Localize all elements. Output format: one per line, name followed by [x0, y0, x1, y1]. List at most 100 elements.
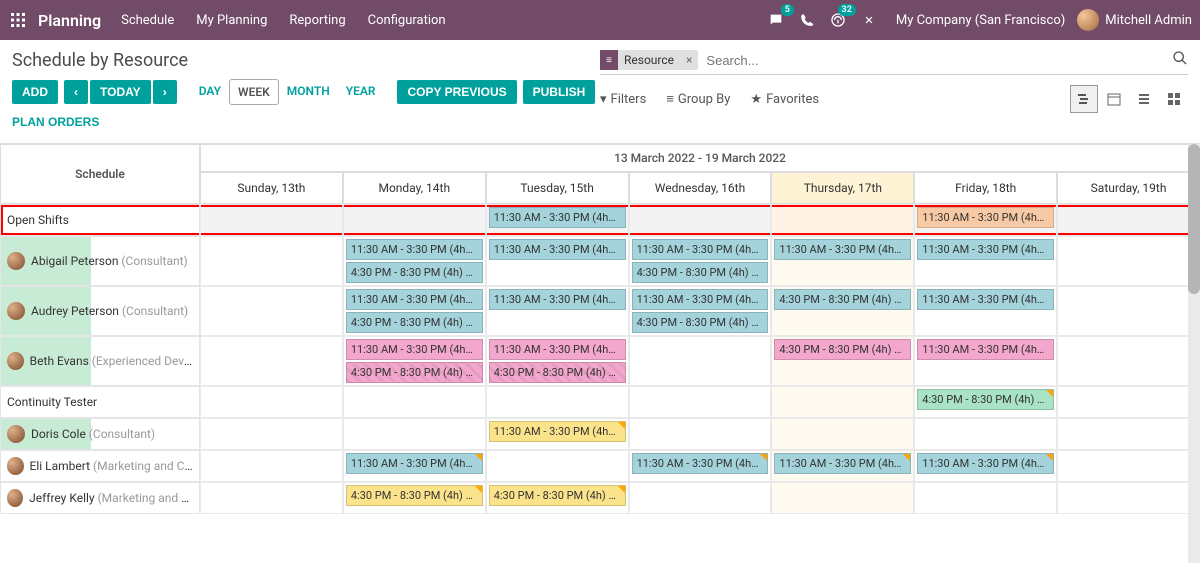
scale-month[interactable]: MONTH [279, 79, 338, 105]
grid-cell[interactable]: 4:30 PM - 8:30 PM (4h) … [486, 482, 629, 514]
prev-button[interactable]: ‹ [64, 80, 88, 104]
menu-my-planning[interactable]: My Planning [196, 13, 267, 28]
shift-pill[interactable]: 4:30 PM - 8:30 PM (4h) … [774, 289, 911, 310]
view-calendar[interactable] [1100, 85, 1128, 113]
shift-pill[interactable]: 4:30 PM - 8:30 PM (4h) … [489, 485, 626, 506]
messaging-icon[interactable]: 5 [768, 12, 784, 28]
shift-pill[interactable]: 11:30 AM - 3:30 PM (4h… [774, 453, 911, 474]
grid-cell[interactable] [1057, 236, 1200, 286]
activities-icon[interactable]: 32 [830, 12, 846, 28]
filters-menu[interactable]: ▾ Filters [600, 92, 646, 107]
grid-cell[interactable]: 11:30 AM - 3:30 PM (4h… [771, 236, 914, 286]
shift-pill[interactable]: 11:30 AM - 3:30 PM (4h… [774, 239, 911, 260]
grid-cell[interactable] [771, 386, 914, 418]
shift-pill[interactable]: 11:30 AM - 3:30 PM (4h… [346, 239, 483, 260]
debug-icon[interactable] [862, 13, 876, 27]
grid-cell[interactable]: 11:30 AM - 3:30 PM (4h… [486, 286, 629, 336]
groupby-menu[interactable]: ≡ Group By [666, 91, 730, 107]
grid-cell[interactable] [1057, 204, 1200, 236]
shift-pill[interactable]: 11:30 AM - 3:30 PM (4h… [346, 453, 483, 474]
next-button[interactable]: › [153, 80, 177, 104]
grid-cell[interactable] [1057, 386, 1200, 418]
shift-pill[interactable]: 11:30 AM - 3:30 PM (4h… [489, 421, 626, 442]
view-list[interactable] [1130, 85, 1158, 113]
grid-cell[interactable] [200, 482, 343, 514]
resource-row[interactable]: Beth Evans (Experienced Develo… [0, 336, 200, 386]
resource-row[interactable]: Doris Cole (Consultant) [0, 418, 200, 450]
view-kanban[interactable] [1160, 85, 1188, 113]
shift-pill[interactable]: 11:30 AM - 3:30 PM (4h… [489, 339, 626, 360]
grid-cell[interactable] [1057, 482, 1200, 514]
grid-cell[interactable] [486, 386, 629, 418]
shift-pill[interactable]: 11:30 AM - 3:30 PM (4h… [489, 207, 626, 228]
grid-cell[interactable]: 11:30 AM - 3:30 PM (4h… [914, 286, 1057, 336]
shift-pill[interactable]: 4:30 PM - 8:30 PM (4h) … [489, 362, 626, 383]
grid-cell[interactable] [200, 418, 343, 450]
search-icon[interactable] [1172, 50, 1188, 70]
shift-pill[interactable]: 4:30 PM - 8:30 PM (4h) … [632, 312, 769, 333]
grid-cell[interactable]: 11:30 AM - 3:30 PM (4h…4:30 PM - 8:30 PM… [343, 236, 486, 286]
resource-row[interactable]: Continuity Tester [0, 386, 200, 418]
grid-cell[interactable] [914, 482, 1057, 514]
grid-cell[interactable]: 11:30 AM - 3:30 PM (4h…4:30 PM - 8:30 PM… [629, 236, 772, 286]
grid-cell[interactable] [486, 450, 629, 482]
grid-cell[interactable]: 11:30 AM - 3:30 PM (4h… [914, 236, 1057, 286]
menu-configuration[interactable]: Configuration [368, 13, 446, 28]
resource-row[interactable]: Jeffrey Kelly (Marketing and Com… [0, 482, 200, 514]
user-menu[interactable]: Mitchell Admin [1077, 9, 1192, 31]
grid-cell[interactable]: 11:30 AM - 3:30 PM (4h…4:30 PM - 8:30 PM… [343, 336, 486, 386]
favorites-menu[interactable]: ★ Favorites [750, 92, 819, 107]
grid-cell[interactable] [1057, 286, 1200, 336]
grid-cell[interactable]: 11:30 AM - 3:30 PM (4h… [486, 236, 629, 286]
scale-day[interactable]: DAY [191, 79, 229, 105]
vertical-scrollbar[interactable] [1188, 144, 1200, 563]
grid-cell[interactable] [200, 204, 343, 236]
grid-cell[interactable] [200, 336, 343, 386]
grid-cell[interactable] [343, 418, 486, 450]
grid-cell[interactable]: 4:30 PM - 8:30 PM (4h) … [914, 386, 1057, 418]
shift-pill[interactable]: 11:30 AM - 3:30 PM (4h… [489, 239, 626, 260]
grid-cell[interactable] [343, 386, 486, 418]
shift-pill[interactable]: 4:30 PM - 8:30 PM (4h) … [346, 262, 483, 283]
resource-row[interactable]: Eli Lambert (Marketing and Com… [0, 450, 200, 482]
scale-week[interactable]: WEEK [229, 79, 279, 105]
company-selector[interactable]: My Company (San Francisco) [896, 13, 1065, 28]
shift-pill[interactable]: 11:30 AM - 3:30 PM (4h… [917, 289, 1054, 310]
grid-cell[interactable]: 11:30 AM - 3:30 PM (4h… [486, 204, 629, 236]
add-button[interactable]: ADD [12, 80, 58, 104]
shift-pill[interactable]: 11:30 AM - 3:30 PM (4h… [632, 453, 769, 474]
grid-cell[interactable] [200, 236, 343, 286]
menu-schedule[interactable]: Schedule [121, 13, 174, 28]
grid-cell[interactable] [200, 450, 343, 482]
grid-cell[interactable] [771, 204, 914, 236]
grid-cell[interactable]: 4:30 PM - 8:30 PM (4h) … [771, 286, 914, 336]
shift-pill[interactable]: 11:30 AM - 3:30 PM (4h… [917, 239, 1054, 260]
grid-cell[interactable]: 11:30 AM - 3:30 PM (4h… [914, 204, 1057, 236]
resource-row[interactable]: Abigail Peterson (Consultant) [0, 236, 200, 286]
shift-pill[interactable]: 4:30 PM - 8:30 PM (4h) … [346, 485, 483, 506]
shift-pill[interactable]: 4:30 PM - 8:30 PM (4h) … [632, 262, 769, 283]
scale-year[interactable]: YEAR [338, 79, 384, 105]
today-button[interactable]: TODAY [90, 80, 151, 104]
resource-row[interactable]: Audrey Peterson (Consultant) [0, 286, 200, 336]
grid-cell[interactable]: 11:30 AM - 3:30 PM (4h…4:30 PM - 8:30 PM… [629, 286, 772, 336]
grid-cell[interactable]: 11:30 AM - 3:30 PM (4h…4:30 PM - 8:30 PM… [486, 336, 629, 386]
grid-cell[interactable] [1057, 336, 1200, 386]
menu-reporting[interactable]: Reporting [289, 13, 345, 28]
grid-cell[interactable] [629, 204, 772, 236]
publish-button[interactable]: PUBLISH [523, 80, 596, 104]
grid-cell[interactable] [629, 418, 772, 450]
shift-pill[interactable]: 11:30 AM - 3:30 PM (4h… [346, 289, 483, 310]
grid-cell[interactable]: 11:30 AM - 3:30 PM (4h… [629, 450, 772, 482]
grid-cell[interactable] [200, 386, 343, 418]
phone-icon[interactable] [800, 13, 814, 27]
grid-cell[interactable]: 4:30 PM - 8:30 PM (4h) … [771, 336, 914, 386]
resource-row[interactable]: Open Shifts [0, 204, 200, 236]
shift-pill[interactable]: 11:30 AM - 3:30 PM (4h… [632, 289, 769, 310]
grid-cell[interactable] [771, 418, 914, 450]
grid-cell[interactable]: 11:30 AM - 3:30 PM (4h… [771, 450, 914, 482]
grid-cell[interactable]: 4:30 PM - 8:30 PM (4h) … [343, 482, 486, 514]
shift-pill[interactable]: 4:30 PM - 8:30 PM (4h) … [774, 339, 911, 360]
grid-cell[interactable] [629, 386, 772, 418]
facet-remove[interactable]: × [680, 53, 698, 67]
